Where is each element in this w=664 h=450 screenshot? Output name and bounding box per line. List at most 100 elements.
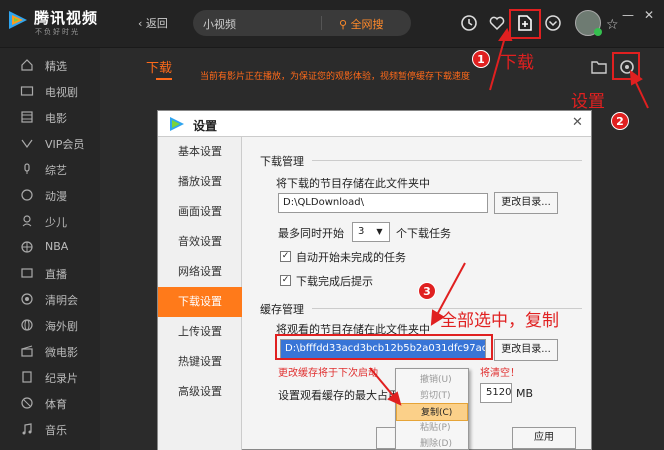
sidebar-item-tv[interactable]: 电视剧 <box>0 78 100 104</box>
page-title: 下载 <box>146 61 173 76</box>
search-icon: ⚲ <box>339 18 351 31</box>
auto-start-label: 自动开始未完成的任务 <box>296 251 406 264</box>
top-bar: 腾讯视频 不负好时光 ‹ 返回 小视频 ⚲ 全网搜 ☆ — ✕ <box>0 0 664 48</box>
section-divider <box>312 160 582 161</box>
sidebar-item-variety[interactable]: 综艺 <box>0 156 100 182</box>
step-1-label: 下载 <box>500 53 534 73</box>
sidebar-item-nba[interactable]: NBA <box>0 234 100 260</box>
cache-max-input[interactable]: 5120 <box>480 383 512 403</box>
minimize-button[interactable]: — <box>622 8 634 22</box>
cache-max-label: 设置观看缓存的最大占用 <box>278 389 399 402</box>
nav-sound[interactable]: 音效设置 <box>158 227 242 257</box>
folder-icon[interactable] <box>590 58 608 76</box>
sports-icon <box>21 397 33 409</box>
basketball-icon <box>21 241 33 253</box>
max-downloads-prefix: 最多同时开始 <box>278 227 344 240</box>
download-path-label: 将下载的节目存储在此文件夹中 <box>276 177 430 190</box>
globe-icon <box>21 319 33 331</box>
cache-max-unit: MB <box>516 387 534 400</box>
tv-icon <box>20 86 34 96</box>
sidebar-item-anime[interactable]: 动漫 <box>0 182 100 208</box>
app-title: 腾讯视频 <box>34 9 99 27</box>
nav-hotkey[interactable]: 热键设置 <box>158 347 242 377</box>
download-section-title: 下载管理 <box>260 155 304 168</box>
app-subtitle: 不负好时光 <box>35 28 80 36</box>
dialog-close-button[interactable]: ✕ <box>572 115 583 130</box>
sidebar-item-vip[interactable]: VIP会员 <box>0 130 100 156</box>
dialog-title: 设置 <box>193 119 218 133</box>
nav-picture[interactable]: 画面设置 <box>158 197 242 227</box>
live-icon <box>21 268 33 278</box>
tencent-video-logo <box>9 11 27 29</box>
chevron-left-icon: ‹ <box>138 17 146 30</box>
step-3-label: 全部选中，复制 <box>440 311 559 331</box>
sidebar-item-qingming[interactable]: 清明会 <box>0 286 100 312</box>
search-bar[interactable]: 小视频 ⚲ 全网搜 <box>193 10 411 36</box>
music-icon <box>22 423 32 435</box>
history-icon[interactable] <box>460 14 478 32</box>
auto-start-checkbox[interactable]: ✓ <box>280 251 291 262</box>
nav-playback[interactable]: 播放设置 <box>158 167 242 197</box>
sidebar-item-kids[interactable]: 少儿 <box>0 208 100 234</box>
sidebar-item-music[interactable]: 音乐 <box>0 416 100 442</box>
anime-icon <box>21 189 33 201</box>
mic-icon <box>24 163 30 174</box>
step-3-badge: 3 <box>418 282 436 300</box>
cache-change-dir-button[interactable]: 更改目录... <box>494 339 558 361</box>
document-icon <box>22 371 32 383</box>
nav-advanced[interactable]: 高级设置 <box>158 377 242 407</box>
download-highlight-box <box>509 9 541 39</box>
back-button[interactable]: ‹ 返回 <box>138 15 168 31</box>
download-change-dir-button[interactable]: 更改目录... <box>494 192 558 214</box>
dialog-title-bar: 设置 ✕ <box>158 111 591 137</box>
title-underline <box>156 78 172 80</box>
cache-warning: 更改缓存将于下次启动 <box>278 368 378 379</box>
done-prompt-checkbox[interactable]: ✓ <box>280 275 291 286</box>
search-input[interactable]: 小视频 <box>203 16 236 32</box>
cache-path-highlight-box <box>275 334 493 360</box>
done-prompt-label: 下载完成后提示 <box>296 275 373 288</box>
flower-icon <box>21 293 33 305</box>
step-2-label: 设置 <box>571 92 605 112</box>
cache-section-title: 缓存管理 <box>260 303 304 316</box>
vip-icon <box>21 139 33 149</box>
cache-warning-end: 将清空！ <box>480 368 520 379</box>
tencent-video-logo <box>170 117 184 131</box>
max-downloads-suffix: 个下载任务 <box>396 227 451 240</box>
sidebar-item-documentary[interactable]: 纪录片 <box>0 364 100 390</box>
step-1-badge: 1 <box>472 50 490 68</box>
menu-item-delete[interactable]: 删除(D) <box>396 435 468 450</box>
sidebar-item-sports[interactable]: 体育 <box>0 390 100 416</box>
child-icon <box>22 215 32 227</box>
home-icon <box>21 59 33 71</box>
search-divider <box>321 16 322 30</box>
sidebar-item-overseas[interactable]: 海外剧 <box>0 312 100 338</box>
sidebar: 精选 电视剧 电影 VIP会员 综艺 动漫 少儿 NBA 直播 清明会 海外剧 <box>0 48 100 450</box>
star-icon[interactable]: ☆ <box>606 17 619 33</box>
heart-icon[interactable] <box>488 14 506 32</box>
nav-network[interactable]: 网络设置 <box>158 257 242 287</box>
settings-highlight-box <box>612 52 640 80</box>
sidebar-item-movie[interactable]: 电影 <box>0 104 100 130</box>
nav-basic[interactable]: 基本设置 <box>158 137 242 167</box>
settings-dialog: 设置 ✕ 基本设置 播放设置 画面设置 音效设置 网络设置 下载设置 上传设置 … <box>157 110 592 450</box>
context-menu: 撤销(U) 剪切(T) 复制(C) 粘贴(P) 删除(D) <box>395 368 469 450</box>
chevron-down-circle-icon[interactable] <box>544 14 562 32</box>
max-downloads-select[interactable]: 3 ▼ <box>352 222 390 242</box>
step-2-badge: 2 <box>611 112 629 130</box>
clapper-icon <box>21 345 33 357</box>
search-all-button[interactable]: ⚲ 全网搜 <box>339 16 384 32</box>
close-window-button[interactable]: ✕ <box>644 8 654 22</box>
film-icon <box>21 111 33 123</box>
nav-upload[interactable]: 上传设置 <box>158 317 242 347</box>
settings-nav: 基本设置 播放设置 画面设置 音效设置 网络设置 下载设置 上传设置 热键设置 … <box>158 137 242 450</box>
download-path-input[interactable]: D:\QLDownload\ <box>278 193 488 213</box>
playback-notice: 当前有影片正在播放，为保证您的观影体验，视频暂停缓存下载速度 <box>200 72 471 82</box>
sidebar-item-live[interactable]: 直播 <box>0 260 100 286</box>
sidebar-item-featured[interactable]: 精选 <box>0 52 100 78</box>
sidebar-item-micro-film[interactable]: 微电影 <box>0 338 100 364</box>
apply-button[interactable]: 应用 <box>512 427 576 449</box>
chevron-down-icon: ▼ <box>376 227 383 236</box>
nav-download[interactable]: 下载设置 <box>158 287 242 317</box>
online-status-dot <box>594 28 602 36</box>
